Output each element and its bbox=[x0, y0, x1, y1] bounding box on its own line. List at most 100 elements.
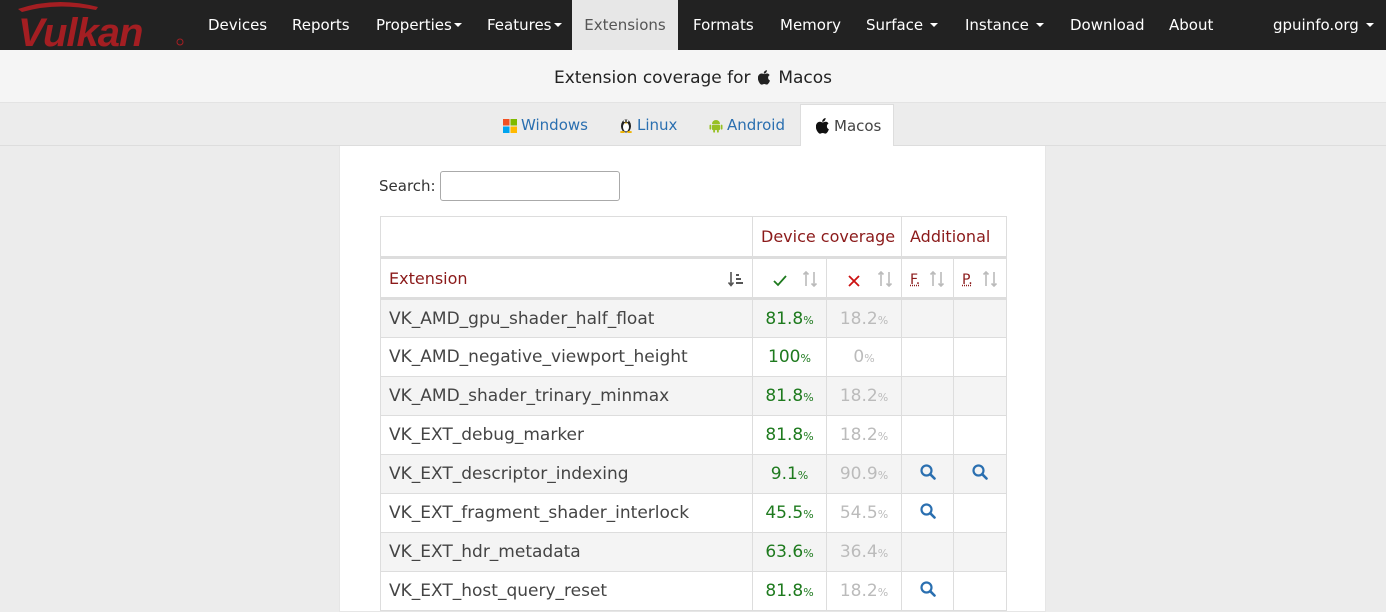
magnifier-icon[interactable] bbox=[919, 463, 936, 485]
coverage-supported-cell[interactable]: 45.5% bbox=[752, 493, 827, 533]
nav-features-dropdown[interactable]: Features bbox=[487, 0, 562, 50]
title-band: Extension coverage for Macos bbox=[0, 50, 1386, 103]
features-cell bbox=[901, 532, 954, 572]
table-row: VK_EXT_fragment_shader_interlock 45.5% 54.… bbox=[380, 493, 1007, 533]
properties-cell bbox=[953, 532, 1007, 572]
percent-sign: % bbox=[797, 469, 809, 482]
extension-name-link[interactable]: VK_EXT_fragment_shader_interlock bbox=[380, 493, 753, 533]
table-body: VK_AMD_gpu_shader_half_float 81.8% 18.2% VK… bbox=[380, 298, 1007, 611]
check-icon bbox=[773, 275, 787, 287]
nav-reports-label: Reports bbox=[292, 16, 350, 34]
features-cell bbox=[901, 298, 954, 338]
magnifier-icon[interactable] bbox=[919, 502, 936, 524]
coverage-unsupported-cell[interactable]: 18.2% bbox=[826, 376, 902, 416]
features-cell bbox=[901, 415, 954, 455]
coverage-unsupported-cell[interactable]: 0% bbox=[826, 337, 902, 377]
nav-reports[interactable]: Reports bbox=[292, 0, 350, 50]
windows-logo-icon bbox=[503, 119, 517, 133]
column-header-unsupported[interactable] bbox=[826, 256, 902, 300]
sort-both-icon bbox=[929, 271, 945, 287]
magnifier-icon[interactable] bbox=[919, 580, 936, 602]
coverage-supported-value: 81.8 bbox=[765, 308, 804, 329]
percent-sign: % bbox=[877, 313, 889, 327]
coverage-supported-value: 81.8 bbox=[765, 425, 804, 445]
coverage-supported-value: 81.8 bbox=[765, 581, 804, 601]
nav-download-label: Download bbox=[1070, 16, 1145, 34]
page-title-platform: Macos bbox=[778, 68, 833, 88]
extension-name-link[interactable]: VK_EXT_hdr_metadata bbox=[380, 532, 753, 572]
nav-properties-dropdown[interactable]: Properties bbox=[376, 0, 462, 50]
extension-name-link[interactable]: VK_EXT_descriptor_indexing bbox=[380, 454, 753, 494]
page-title: Extension coverage for Macos bbox=[554, 50, 832, 106]
column-header-features-label: F. bbox=[910, 271, 921, 288]
percent-sign: % bbox=[877, 391, 889, 404]
sort-both-icon bbox=[877, 271, 893, 287]
coverage-unsupported-cell[interactable]: 18.2% bbox=[826, 415, 902, 455]
nav-download[interactable]: Download bbox=[1070, 0, 1145, 50]
features-cell bbox=[901, 376, 954, 416]
caret-down-icon bbox=[453, 22, 462, 27]
coverage-supported-cell[interactable]: 81.8% bbox=[752, 415, 827, 455]
coverage-supported-cell[interactable]: 81.8% bbox=[752, 298, 827, 338]
column-header-supported[interactable] bbox=[752, 256, 827, 300]
coverage-unsupported-value: 54.5 bbox=[839, 503, 878, 523]
group-header-device-coverage: Device coverage bbox=[752, 216, 902, 258]
tab-android[interactable]: Android bbox=[709, 104, 785, 146]
coverage-unsupported-cell[interactable]: 36.4% bbox=[826, 532, 902, 572]
vulkan-logo[interactable]: Vulkan bbox=[16, 0, 186, 50]
nav-memory[interactable]: Memory bbox=[780, 0, 841, 50]
coverage-supported-cell[interactable]: 81.8% bbox=[752, 376, 827, 416]
nav-surface-dropdown[interactable]: Surface bbox=[866, 0, 938, 50]
coverage-unsupported-value: 36.4 bbox=[839, 542, 878, 562]
column-header-properties[interactable]: P. bbox=[953, 256, 1007, 300]
coverage-supported-cell[interactable]: 9.1% bbox=[752, 454, 827, 494]
search-label: Search: bbox=[379, 177, 436, 195]
sort-both-icon bbox=[982, 271, 998, 287]
apple-logo-icon bbox=[757, 70, 770, 85]
coverage-unsupported-cell[interactable]: 54.5% bbox=[826, 493, 902, 533]
coverage-supported-cell[interactable]: 81.8% bbox=[752, 571, 827, 611]
tab-windows[interactable]: Windows bbox=[503, 104, 588, 146]
table-row: VK_EXT_descriptor_indexing 9.1% 90.9% bbox=[380, 454, 1007, 494]
nav-site-dropdown[interactable]: gpuinfo.org bbox=[1273, 0, 1374, 50]
nav-about[interactable]: About bbox=[1169, 0, 1213, 50]
coverage-unsupported-cell[interactable]: 18.2% bbox=[826, 571, 902, 611]
nav-formats[interactable]: Formats bbox=[693, 0, 754, 50]
column-header-extension[interactable]: Extension bbox=[380, 256, 753, 300]
table-row: VK_AMD_shader_trinary_minmax 81.8% 18.2% bbox=[380, 376, 1007, 416]
properties-cell bbox=[953, 415, 1007, 455]
coverage-supported-cell[interactable]: 63.6% bbox=[752, 532, 827, 572]
percent-sign: % bbox=[877, 508, 889, 521]
percent-sign: % bbox=[803, 391, 814, 404]
coverage-unsupported-value: 18.2 bbox=[839, 425, 878, 445]
caret-down-icon bbox=[929, 22, 938, 27]
caret-down-icon bbox=[553, 22, 562, 27]
magnifier-icon[interactable] bbox=[972, 463, 988, 485]
extension-name-link[interactable]: VK_AMD_gpu_shader_half_float bbox=[380, 298, 753, 338]
percent-sign: % bbox=[803, 430, 814, 443]
percent-sign: % bbox=[800, 352, 811, 365]
extension-name-link[interactable]: VK_AMD_negative_viewport_height bbox=[380, 337, 753, 377]
extension-name-link[interactable]: VK_AMD_shader_trinary_minmax bbox=[380, 376, 753, 416]
coverage-unsupported-cell[interactable]: 18.2% bbox=[826, 298, 902, 338]
nav-instance-dropdown[interactable]: Instance bbox=[965, 0, 1044, 50]
nav-devices[interactable]: Devices bbox=[208, 0, 267, 50]
extension-name-link[interactable]: VK_EXT_host_query_reset bbox=[380, 571, 753, 611]
extension-name-link[interactable]: VK_EXT_debug_marker bbox=[380, 415, 753, 455]
column-header-features[interactable]: F. bbox=[901, 256, 954, 300]
linux-penguin-icon bbox=[620, 119, 632, 133]
nav-extensions[interactable]: Extensions bbox=[572, 0, 678, 50]
tab-linux[interactable]: Linux bbox=[619, 104, 677, 146]
coverage-unsupported-value: 0 bbox=[853, 347, 865, 367]
features-cell bbox=[901, 493, 954, 533]
coverage-unsupported-cell[interactable]: 90.9% bbox=[826, 454, 902, 494]
search-input[interactable] bbox=[440, 171, 620, 201]
coverage-supported-cell[interactable]: 100% bbox=[752, 337, 827, 377]
tab-macos[interactable]: Macos bbox=[800, 104, 894, 147]
coverage-unsupported-value: 18.2 bbox=[839, 308, 878, 329]
column-header-properties-label: P. bbox=[962, 271, 973, 288]
group-header-additional: Additional bbox=[901, 216, 1007, 258]
table-row: VK_EXT_debug_marker 81.8% 18.2% bbox=[380, 415, 1007, 455]
percent-sign: % bbox=[803, 547, 814, 560]
coverage-supported-value: 81.8 bbox=[765, 386, 804, 406]
